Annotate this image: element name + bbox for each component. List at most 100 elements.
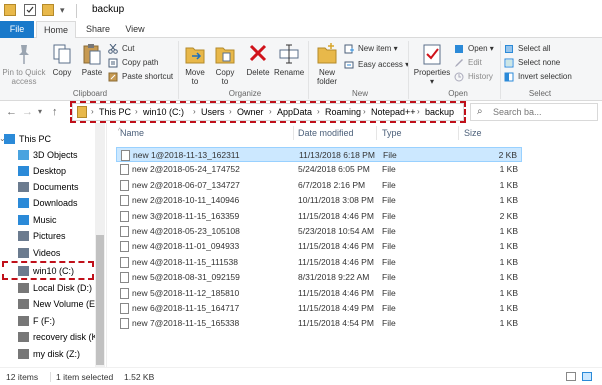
- drive-icon: [18, 316, 29, 326]
- file-row[interactable]: new 3@2018-11-15_163359 11/15/2018 4:46 P…: [116, 209, 522, 224]
- invert-selection-button[interactable]: Invert selection: [504, 71, 572, 83]
- large-icons-view-icon[interactable]: [582, 372, 592, 381]
- pin-quick-access-button[interactable]: Pin to Quick access: [2, 42, 46, 86]
- column-header-name[interactable]: Name: [120, 128, 144, 138]
- ribbon-separator: [408, 41, 409, 99]
- delete-button[interactable]: Delete: [244, 42, 272, 77]
- details-view-icon[interactable]: [566, 372, 576, 381]
- pictures-icon: [18, 231, 29, 241]
- rename-button[interactable]: Rename: [274, 42, 304, 77]
- new-folder-quick-icon[interactable]: [42, 4, 54, 16]
- drive-icon: [18, 332, 29, 342]
- file-type: File: [382, 226, 396, 236]
- nav-item-label: Documents: [33, 182, 79, 192]
- file-date: 5/24/2018 6:05 PM: [298, 164, 370, 175]
- nav-item-this-pc[interactable]: This PC ⌄: [0, 131, 95, 147]
- file-row[interactable]: new 7@2018-11-15_165338 11/15/2018 4:54 P…: [116, 316, 522, 331]
- up-arrow-icon[interactable]: ↑: [52, 106, 58, 118]
- file-name: new 2@2018-06-07_134727: [132, 179, 240, 190]
- history-button[interactable]: History: [454, 71, 493, 83]
- nav-item-local-disk-d[interactable]: Local Disk (D:): [0, 280, 95, 296]
- file-date: 11/15/2018 4:46 PM: [298, 287, 374, 298]
- tab-home[interactable]: Home: [36, 21, 76, 39]
- column-header-date[interactable]: Date modified: [298, 128, 354, 138]
- ribbon: Pin to Quick access Copy Paste Cut Copy …: [0, 38, 602, 101]
- new-folder-button[interactable]: New folder: [312, 42, 342, 86]
- ribbon-separator: [500, 41, 501, 99]
- search-input[interactable]: Search ba...: [493, 107, 542, 117]
- file-row[interactable]: new 4@2018-05-23_105108 5/23/2018 10:54 A…: [116, 224, 522, 239]
- nav-scrollbar-thumb[interactable]: [96, 235, 104, 365]
- file-row[interactable]: new 2@2018-06-07_134727 6/7/2018 2:16 PM F…: [116, 178, 522, 193]
- search-box[interactable]: ⌕ Search ba...: [470, 103, 598, 121]
- file-row[interactable]: new 2@2018-05-24_174752 5/24/2018 6:05 PM…: [116, 162, 522, 177]
- file-date: 5/23/2018 10:54 AM: [298, 226, 375, 236]
- file-row[interactable]: new 4@2018-11-15_111538 11/15/2018 4:46 P…: [116, 255, 522, 270]
- download-icon: [18, 198, 29, 208]
- customize-toolbar-icon[interactable]: ▾: [60, 4, 68, 16]
- column-header-size[interactable]: Size: [464, 128, 482, 138]
- delete-x-icon: [247, 42, 269, 66]
- nav-item-label: New Volume (E:): [33, 299, 101, 309]
- move-to-button[interactable]: Move to: [182, 42, 208, 86]
- properties-button[interactable]: Properties ▾: [412, 42, 452, 86]
- file-date: 10/11/2018 3:08 PM: [298, 195, 374, 206]
- nav-item-downloads[interactable]: Downloads: [0, 195, 95, 211]
- nav-item-desktop[interactable]: Desktop: [0, 163, 95, 179]
- select-none-button[interactable]: Select none: [504, 57, 560, 69]
- nav-item-music[interactable]: Music: [0, 212, 95, 228]
- file-name: new 7@2018-11-15_165338: [132, 318, 240, 329]
- paste-shortcut-icon: [108, 72, 118, 82]
- new-item-button[interactable]: New item ▾: [344, 43, 398, 55]
- file-row[interactable]: new 6@2018-11-15_164717 11/15/2018 4:49 P…: [116, 301, 522, 316]
- file-list: ^ Name Date modified Type Size new 1@201…: [108, 123, 602, 367]
- copy-to-button[interactable]: Copy to: [212, 42, 238, 86]
- folder-icon: [4, 4, 16, 16]
- open-button[interactable]: Open ▾: [454, 43, 494, 55]
- file-row[interactable]: new 5@2018-11-12_185810 11/15/2018 4:46 P…: [116, 286, 522, 301]
- column-header-type[interactable]: Type: [382, 128, 402, 138]
- column-divider[interactable]: [458, 126, 459, 140]
- recent-locations-icon[interactable]: ▾: [38, 107, 42, 116]
- properties-quick-icon[interactable]: [24, 4, 36, 16]
- address-highlight-outline: [70, 101, 466, 123]
- nav-item-3d-objects[interactable]: 3D Objects: [0, 147, 95, 163]
- tab-share[interactable]: Share: [80, 21, 116, 38]
- nav-item-my-disk-z[interactable]: my disk (Z:): [0, 346, 95, 362]
- nav-item-label: F (F:): [33, 316, 55, 326]
- file-row[interactable]: new 2@2018-10-11_140946 10/11/2018 3:08 P…: [116, 193, 522, 208]
- file-name: new 5@2018-08-31_092159: [132, 272, 240, 283]
- paste-shortcut-button[interactable]: Paste shortcut: [108, 71, 173, 83]
- drive-icon: [18, 283, 29, 293]
- cut-button[interactable]: Cut: [108, 43, 134, 55]
- file-row[interactable]: new 5@2018-08-31_092159 8/31/2018 9:22 AM…: [116, 270, 522, 285]
- nav-scrollbar[interactable]: [95, 123, 105, 367]
- paste-button[interactable]: Paste: [78, 42, 106, 77]
- easy-access-button[interactable]: Easy access ▾: [344, 59, 409, 71]
- copy-button[interactable]: Copy: [48, 42, 76, 77]
- back-arrow-icon[interactable]: ←: [6, 106, 17, 118]
- expand-chevron-icon[interactable]: ⌄: [0, 131, 6, 147]
- select-all-button[interactable]: Select all: [504, 43, 550, 55]
- tab-view[interactable]: View: [118, 21, 152, 38]
- file-icon: [121, 150, 130, 161]
- nav-item-new-volume-e[interactable]: New Volume (E:): [0, 296, 101, 312]
- file-name: new 5@2018-11-12_185810: [132, 287, 240, 298]
- history-icon: [454, 72, 464, 82]
- nav-item-f-f[interactable]: F (F:): [0, 313, 95, 329]
- forward-arrow-icon[interactable]: →: [22, 106, 33, 118]
- file-row[interactable]: new 4@2018-11-01_094933 11/15/2018 4:46 P…: [116, 239, 522, 254]
- edit-button[interactable]: Edit: [454, 57, 482, 69]
- copy-path-icon: [108, 58, 118, 68]
- cube-icon: [18, 150, 29, 160]
- nav-item-videos[interactable]: Videos: [0, 245, 95, 261]
- column-divider[interactable]: [293, 126, 294, 140]
- nav-item-pictures[interactable]: Pictures: [0, 228, 95, 244]
- copy-path-button[interactable]: Copy path: [108, 57, 158, 69]
- nav-item-label: Downloads: [33, 198, 78, 208]
- nav-item-recovery-disk-k[interactable]: recovery disk (K:: [0, 329, 100, 345]
- column-divider[interactable]: [376, 126, 377, 140]
- nav-item-documents[interactable]: Documents: [0, 179, 95, 195]
- tab-file[interactable]: File: [0, 21, 34, 38]
- file-row[interactable]: new 1@2018-11-13_162311 11/13/2018 6:18 P…: [116, 147, 522, 162]
